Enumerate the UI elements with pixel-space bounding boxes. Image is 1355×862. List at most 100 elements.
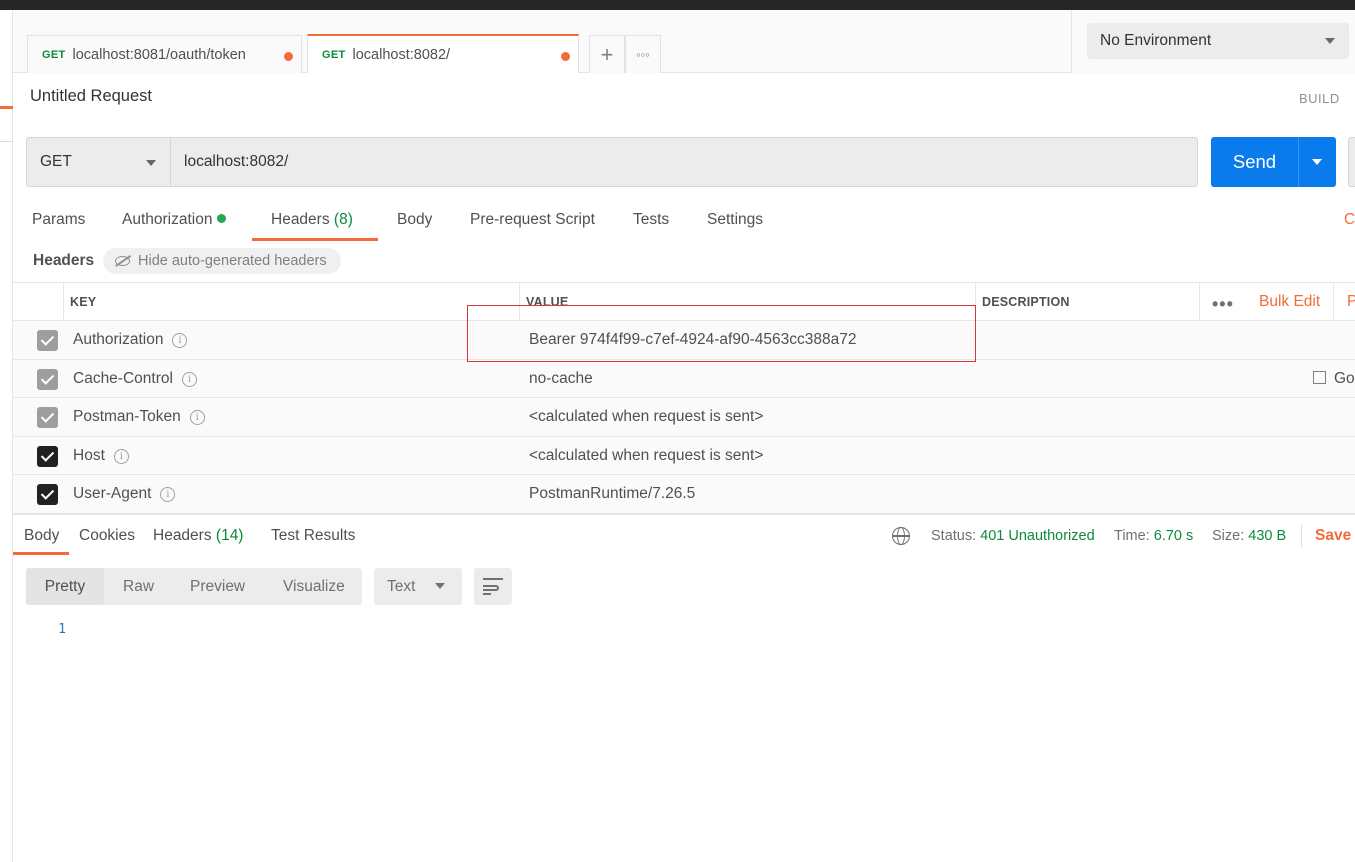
send-button[interactable]: Send <box>1211 137 1298 187</box>
tab-label: Headers <box>153 527 212 544</box>
table-options-icon[interactable]: ••• <box>1212 294 1234 315</box>
format-visualize[interactable]: Visualize <box>283 568 345 605</box>
auth-set-dot-icon <box>217 214 227 223</box>
header-key[interactable]: Postman-Token i <box>73 408 205 426</box>
header-key[interactable]: Cache-Control i <box>73 370 197 388</box>
plus-icon: + <box>600 41 614 67</box>
more-tabs-button[interactable]: ◦◦◦ <box>625 35 661 73</box>
tab-url: localhost:8081/oauth/token <box>72 46 246 63</box>
external-link-icon <box>1313 370 1326 384</box>
time-label: Time: <box>1114 528 1150 544</box>
info-icon[interactable]: i <box>172 333 188 348</box>
column-divider <box>1199 283 1200 321</box>
tab-pre-request-script[interactable]: Pre-request Script <box>470 203 595 241</box>
request-tab-oauth-token[interactable]: GET localhost:8081/oauth/token <box>27 35 302 73</box>
size-readout: Size: 430 B <box>1212 528 1286 544</box>
sidebar-collapsed-edge <box>0 10 13 862</box>
presets-button-cut[interactable]: P <box>1347 293 1355 311</box>
environment-selected: No Environment <box>1100 32 1212 49</box>
tab-label: Pre-request Script <box>470 211 595 228</box>
tab-method: GET <box>322 48 346 61</box>
tab-settings[interactable]: Settings <box>707 203 763 241</box>
table-row: User-Agent i PostmanRuntime/7.26.5 <box>13 475 1355 514</box>
header-value[interactable]: Bearer 974f4f99-c7ef-4924-af90-4563cc388… <box>529 331 856 349</box>
header-value[interactable]: no-cache <box>529 370 593 388</box>
request-title[interactable]: Untitled Request <box>30 87 152 106</box>
method-value: GET <box>40 153 72 170</box>
save-button-edge[interactable] <box>1348 137 1355 187</box>
response-type-select[interactable]: Text <box>374 568 462 605</box>
row-checkbox[interactable] <box>37 484 58 506</box>
response-tab-cookies[interactable]: Cookies <box>79 527 135 545</box>
format-preview[interactable]: Preview <box>190 568 245 605</box>
size-value: 430 B <box>1248 528 1287 544</box>
bulk-edit-button[interactable]: Bulk Edit <box>1259 293 1320 311</box>
globe-icon[interactable] <box>892 527 910 545</box>
hide-auto-headers-button[interactable]: Hide auto-generated headers <box>103 248 341 274</box>
headers-count: (8) <box>333 211 353 228</box>
save-response-button[interactable]: Save <box>1315 527 1351 545</box>
window-top-bar <box>0 0 1355 10</box>
response-tab-test-results[interactable]: Test Results <box>271 527 355 545</box>
tab-authorization[interactable]: Authorization <box>122 203 227 241</box>
table-row: Authorization i Bearer 974f4f99-c7ef-4924… <box>13 321 1355 360</box>
tab-tests[interactable]: Tests <box>633 203 669 241</box>
row-checkbox[interactable] <box>37 368 58 390</box>
format-raw[interactable]: Raw <box>123 568 154 605</box>
status-value: 401 Unauthorized <box>980 528 1095 544</box>
tab-label: Settings <box>707 211 764 228</box>
request-tab-localhost-8082[interactable]: GET localhost:8082/ <box>307 34 579 73</box>
sidebar-divider <box>0 141 13 142</box>
unsaved-dot-icon <box>561 52 570 61</box>
tab-label: Params <box>32 211 86 228</box>
table-header: KEY VALUE DESCRIPTION ••• Bulk Edit P <box>13 283 1355 515</box>
header-value[interactable]: PostmanRuntime/7.26.5 <box>529 485 695 503</box>
tab-method: GET <box>42 48 66 61</box>
method-select[interactable]: GET <box>26 137 170 187</box>
environment-select[interactable]: No Environment <box>1087 23 1349 59</box>
url-input[interactable] <box>170 137 1198 187</box>
wrap-lines-button[interactable] <box>474 568 512 605</box>
hide-auto-headers-label: Hide auto-generated headers <box>138 253 327 269</box>
info-icon[interactable]: i <box>189 410 205 426</box>
tab-headers[interactable]: Headers (8) <box>252 203 378 241</box>
row-checkbox[interactable] <box>37 407 58 429</box>
table-row: Host i <calculated when request is sent> <box>13 436 1355 476</box>
response-tab-body[interactable]: Body <box>12 527 70 555</box>
tab-label: Headers <box>271 211 330 228</box>
header-value[interactable]: <calculated when request is sent> <box>529 447 763 465</box>
header-key[interactable]: User-Agent i <box>73 485 176 503</box>
headers-label: Headers <box>33 252 95 269</box>
tab-label: Authorization <box>122 211 213 228</box>
info-icon[interactable]: i <box>160 487 176 503</box>
key-text: Cache-Control <box>73 369 173 387</box>
format-pretty[interactable]: Pretty <box>26 568 104 605</box>
goto-text: Go <box>1334 369 1355 387</box>
response-tab-headers[interactable]: Headers (14) <box>153 527 243 545</box>
chevron-down-icon <box>146 160 156 166</box>
header-key[interactable]: Host i <box>73 447 129 465</box>
build-mode-label[interactable]: BUILD <box>1299 91 1340 106</box>
header-value[interactable]: <calculated when request is sent> <box>529 408 763 426</box>
chevron-down-icon <box>1325 38 1335 44</box>
info-icon[interactable]: i <box>181 371 197 387</box>
response-format-tabs: Pretty Raw Preview Visualize <box>26 568 362 605</box>
header-key[interactable]: Authorization i <box>73 331 188 349</box>
headers-table: KEY VALUE DESCRIPTION ••• Bulk Edit P Au… <box>13 282 1355 515</box>
go-to-settings-link[interactable]: Go <box>1313 370 1355 388</box>
tab-label: Body <box>397 211 433 228</box>
info-icon[interactable]: i <box>113 448 129 464</box>
column-divider <box>1333 283 1334 321</box>
cookies-link-cut[interactable]: C <box>1344 211 1355 229</box>
tab-params[interactable]: Params <box>32 203 85 241</box>
row-checkbox[interactable] <box>37 445 58 467</box>
row-checkbox[interactable] <box>37 330 58 351</box>
key-text: Postman-Token <box>73 408 181 426</box>
divider <box>1301 525 1302 547</box>
environment-area: No Environment <box>1071 10 1355 73</box>
column-key: KEY <box>70 295 97 309</box>
time-value: 6.70 s <box>1153 528 1194 544</box>
send-dropdown-button[interactable] <box>1298 137 1336 187</box>
new-tab-button[interactable]: + <box>589 35 625 73</box>
tab-body[interactable]: Body <box>397 203 432 241</box>
